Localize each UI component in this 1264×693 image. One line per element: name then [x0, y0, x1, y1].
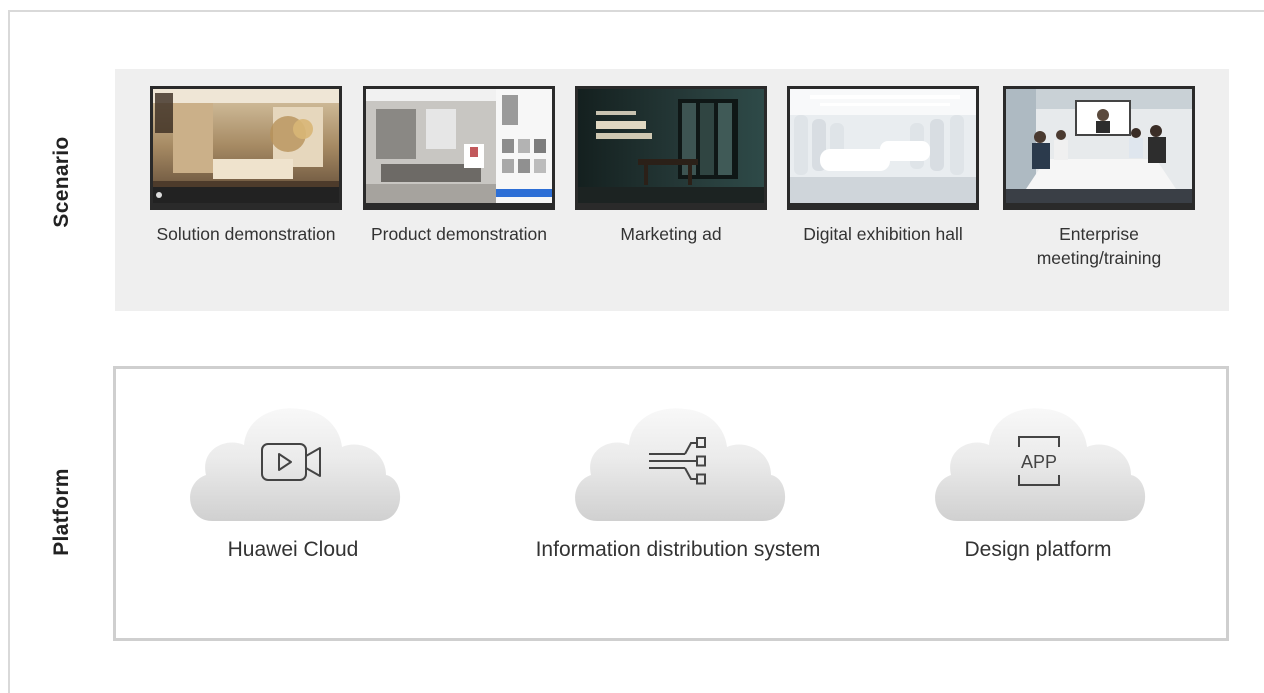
- scenario-row-label: Scenario: [50, 136, 73, 228]
- platform-row-label: Platform: [50, 468, 73, 556]
- exhibition-hall-image: [790, 89, 976, 203]
- scenario-caption: Digital exhibition hall: [803, 224, 963, 244]
- scenario-card-product-demo: Product demonstration: [359, 86, 559, 246]
- app-icon: APP: [1018, 436, 1060, 486]
- video-camera-icon: [261, 443, 321, 481]
- scenario-caption: Product demonstration: [370, 224, 548, 244]
- screen-marketing-ad: [575, 86, 767, 210]
- scenario-card-exhibition-hall: Digital exhibition hall: [783, 86, 983, 246]
- platform-caption-info-distribution: Information distribution system: [535, 538, 821, 561]
- screen-solution-demo: [150, 86, 342, 210]
- platform-caption-huawei-cloud: Huawei Cloud: [227, 538, 359, 561]
- scenario-card-marketing-ad: Marketing ad: [571, 86, 771, 246]
- screen-product-demo: [363, 86, 555, 210]
- scenario-card-enterprise-meeting: Enterprise meeting/training: [999, 86, 1199, 270]
- platform-caption-design: Design platform: [964, 538, 1112, 561]
- scenario-caption: Marketing ad: [620, 224, 722, 244]
- living-room-image: [153, 89, 339, 203]
- meeting-room-image: [1006, 89, 1192, 203]
- distribution-icon: [649, 437, 706, 485]
- app-icon-text: APP: [1021, 452, 1057, 472]
- showroom-ad-image: [578, 89, 764, 203]
- cloud-design: APP: [927, 397, 1149, 527]
- scenario-panel: Solution demonstration Product demonstra…: [115, 69, 1229, 311]
- cloud-huawei: [182, 397, 404, 527]
- platform-panel: Huawei Cloud Information distribution sy…: [113, 366, 1229, 641]
- product-room-image: [366, 89, 552, 203]
- cloud-distribution: [567, 397, 789, 527]
- screen-enterprise-meeting: [1003, 86, 1195, 210]
- scenario-caption: Solution demonstration: [156, 224, 336, 244]
- scenario-card-solution-demo: Solution demonstration: [146, 86, 346, 246]
- scenario-caption: Enterprise meeting/training: [1036, 224, 1162, 268]
- screen-exhibition-hall: [787, 86, 979, 210]
